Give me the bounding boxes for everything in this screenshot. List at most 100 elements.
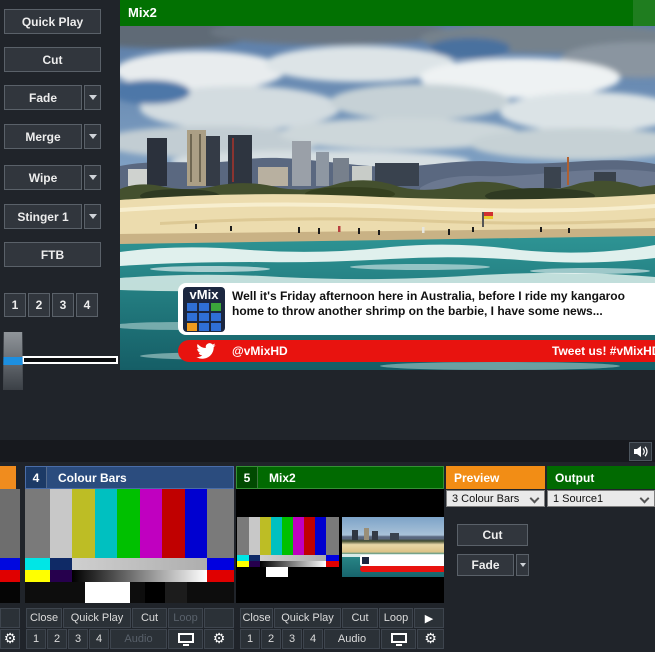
quick-play-button[interactable]: Quick Play — [4, 9, 101, 34]
speaker-icon — [633, 445, 648, 458]
input-4-spacer-tile — [204, 608, 234, 628]
tbar-handle[interactable] — [3, 332, 23, 390]
gear-icon: ⚙ — [4, 632, 17, 646]
stinger-label: Stinger 1 — [17, 210, 68, 224]
input-3-controls-fragment — [0, 608, 20, 628]
ftb-label: FTB — [41, 248, 64, 262]
input-4-overlay-3[interactable]: 3 — [68, 629, 88, 649]
panel-fade-label: Fade — [471, 558, 499, 572]
output-header: Output — [547, 466, 655, 489]
input-4-overlay-2[interactable]: 2 — [47, 629, 67, 649]
wipe-dropdown-arrow[interactable] — [84, 165, 101, 190]
input-5-fullscreen-button[interactable] — [381, 629, 416, 649]
input-5-cut-button[interactable]: Cut — [342, 608, 378, 628]
input-5-loop-button[interactable]: Loop — [379, 608, 413, 628]
preview-source-value: 3 Colour Bars — [452, 493, 519, 505]
input-5-header[interactable]: 5 Mix2 — [236, 466, 444, 489]
input-4-header[interactable]: 4 Colour Bars — [25, 466, 234, 489]
vmix-logo: vMix — [183, 287, 225, 332]
input-3-preview-fragment[interactable] — [0, 489, 20, 603]
n4: 4 — [96, 633, 102, 645]
input-5-settings-button[interactable]: ⚙ — [417, 629, 444, 649]
input-4-quickplay-button[interactable]: Quick Play — [63, 608, 131, 628]
output-source-select[interactable]: 1 Source1 — [547, 490, 655, 507]
input-5-audio-button[interactable]: Audio — [324, 629, 380, 649]
cut-label: Cut — [141, 612, 158, 624]
gear-icon: ⚙ — [213, 632, 226, 646]
panel-cut-button[interactable]: Cut — [457, 524, 528, 546]
input-5-close-button[interactable]: Close — [240, 608, 273, 628]
n4: 4 — [310, 633, 316, 645]
close-label: Close — [242, 612, 270, 624]
fade-label: Fade — [29, 91, 57, 105]
ticker-bar: @vMixHD Tweet us! #vMixHD — [178, 340, 655, 362]
n3: 3 — [289, 633, 295, 645]
chevron-down-icon — [640, 494, 650, 504]
input-4-audio-button[interactable]: Audio — [110, 629, 167, 649]
output-label: Output — [555, 471, 594, 485]
panel-fade-button[interactable]: Fade — [457, 554, 514, 576]
merge-dropdown-arrow[interactable] — [84, 124, 101, 149]
play-icon: ▶ — [425, 613, 433, 624]
input-4-overlay-4[interactable]: 4 — [89, 629, 109, 649]
vmix-logo-text: vMix — [183, 288, 225, 301]
input-4-loop-button[interactable]: Loop — [168, 608, 203, 628]
input-4-title: Colour Bars — [47, 471, 127, 485]
chevron-down-icon — [530, 494, 540, 504]
overlay-2-button[interactable]: 2 — [28, 293, 50, 317]
input-3-header-fragment[interactable] — [0, 466, 16, 489]
wipe-label: Wipe — [29, 171, 58, 185]
program-title-edge — [633, 0, 655, 26]
overlay-1-button[interactable]: 1 — [4, 293, 26, 317]
quickplay-label: Quick Play — [71, 612, 124, 624]
overlay-3-button[interactable]: 3 — [52, 293, 74, 317]
overlay-3-label: 3 — [60, 298, 67, 312]
input-4-preview[interactable] — [25, 489, 234, 603]
tbar-track[interactable] — [22, 356, 118, 364]
input-3-settings-button[interactable]: ⚙ — [0, 629, 20, 649]
quick-play-label: Quick Play — [22, 15, 83, 29]
overlay-4-button[interactable]: 4 — [76, 293, 98, 317]
vmix-logo-grid — [187, 303, 221, 331]
fade-button[interactable]: Fade — [4, 85, 82, 110]
input-5-number: 5 — [237, 467, 258, 488]
preview-header: Preview — [446, 466, 545, 489]
tbar-stripe — [3, 357, 23, 365]
input-5-title: Mix2 — [258, 471, 296, 485]
preview-source-select[interactable]: 3 Colour Bars — [446, 490, 545, 507]
input-5-quickplay-button[interactable]: Quick Play — [274, 608, 341, 628]
stinger-button[interactable]: Stinger 1 — [4, 204, 82, 229]
fade-dropdown-arrow[interactable] — [84, 85, 101, 110]
quickplay-label: Quick Play — [281, 612, 334, 624]
panel-cut-label: Cut — [483, 528, 503, 542]
input-5-overlay-4[interactable]: 4 — [303, 629, 323, 649]
cut-label: Cut — [351, 612, 368, 624]
ticker-cta: Tweet us! #vMixHD — [552, 344, 655, 358]
social-ticker-card: vMix Well it's Friday afternoon here in … — [178, 283, 655, 335]
merge-button[interactable]: Merge — [4, 124, 82, 149]
input-4-cut-button[interactable]: Cut — [132, 608, 167, 628]
input-5-play-button[interactable]: ▶ — [414, 608, 444, 628]
twitter-icon — [196, 343, 216, 359]
input-5-overlay-2[interactable]: 2 — [261, 629, 281, 649]
program-title-bar: Mix2 — [120, 0, 655, 26]
input-4-fullscreen-button[interactable] — [168, 629, 203, 649]
cut-button[interactable]: Cut — [4, 47, 101, 72]
input-4-close-button[interactable]: Close — [26, 608, 62, 628]
input-5-preview[interactable] — [236, 489, 444, 603]
stinger-dropdown-arrow[interactable] — [84, 204, 101, 229]
n1: 1 — [247, 633, 253, 645]
wipe-button[interactable]: Wipe — [4, 165, 82, 190]
loop-label: Loop — [384, 612, 408, 624]
output-source-value: 1 Source1 — [553, 493, 603, 505]
input-4-settings-button[interactable]: ⚙ — [204, 629, 234, 649]
panel-fade-dropdown-arrow[interactable] — [516, 554, 529, 576]
input-5-overlay-1[interactable]: 1 — [240, 629, 260, 649]
input-5-overlay-3[interactable]: 3 — [282, 629, 302, 649]
audio-label: Audio — [338, 633, 366, 645]
input-4-overlay-1[interactable]: 1 — [26, 629, 46, 649]
chevron-down-icon — [520, 563, 526, 567]
ftb-button[interactable]: FTB — [4, 242, 101, 267]
master-audio-button[interactable] — [629, 442, 652, 461]
audio-label: Audio — [124, 633, 152, 645]
